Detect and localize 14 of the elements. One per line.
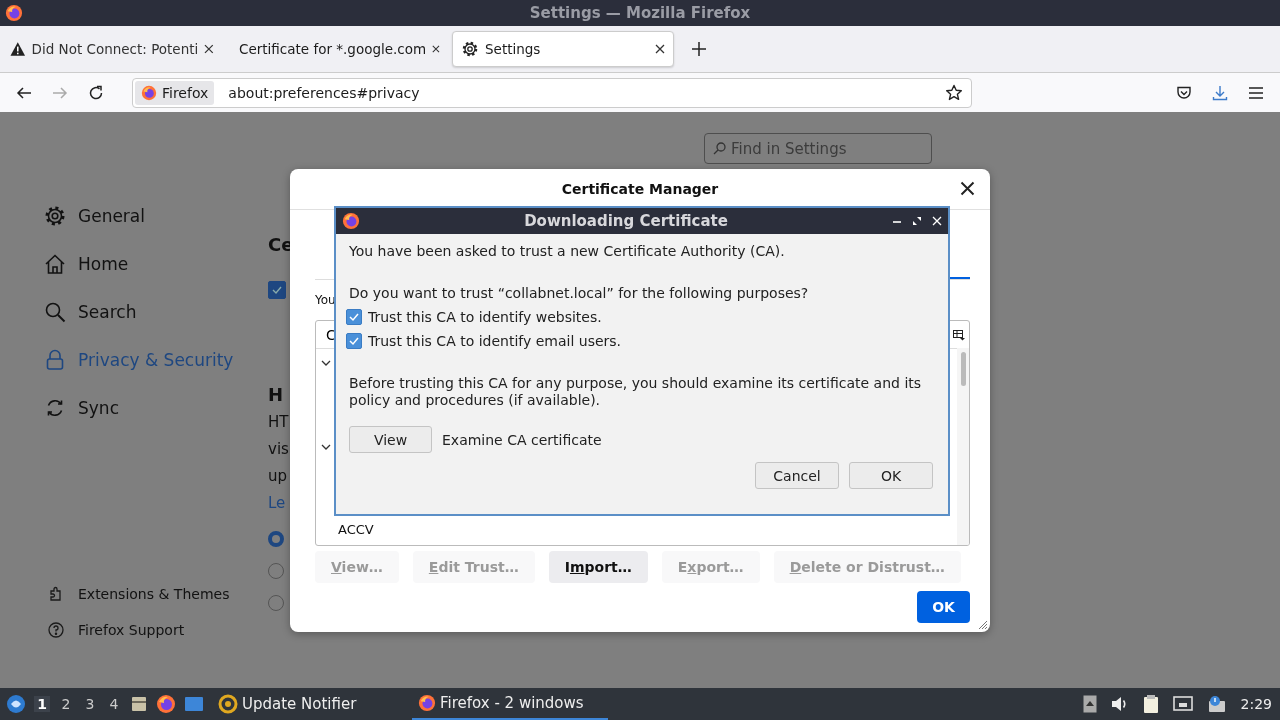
section-heading: H [268,384,284,405]
message-text: You have been asked to trust a new Certificate Authority (CA). [349,243,786,259]
description-text: up [268,466,288,487]
description-text: HT [268,412,289,433]
note-text: Before trusting this CA for any purpose, you should examine its certificate and its policy and procedures (if available). [349,375,923,409]
description-text: vis [268,439,289,460]
tree-row-label: ACCV [338,522,374,537]
window-title: Settings — Mozilla Firefox [529,4,751,22]
question-text: Do you want to trust “collabnet.local” for the following purposes? [349,285,810,301]
dialog-title: Certificate Manager [561,181,719,197]
view-label: Examine CA certificate [442,431,602,448]
url-text: about:preferences#privacy [228,84,421,101]
clock-text: 2:29 [1240,696,1272,712]
dialog-title: Downloading Certificate [523,212,729,230]
